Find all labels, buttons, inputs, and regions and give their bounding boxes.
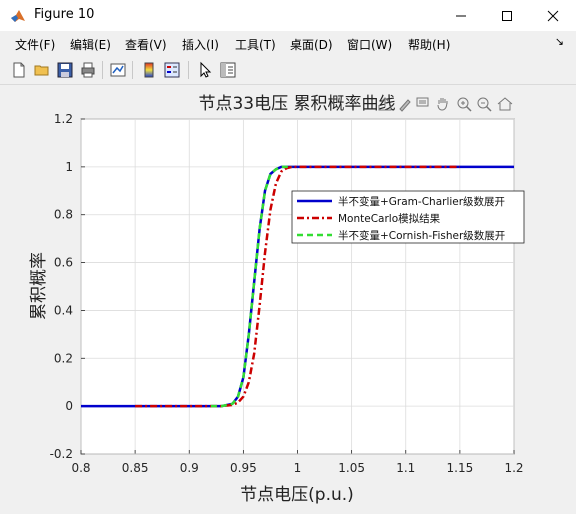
y-axis-label: 累积概率 <box>29 252 49 320</box>
x-tick-label: 0.95 <box>230 461 257 475</box>
pan-icon[interactable] <box>434 95 452 113</box>
x-tick-label: 1.1 <box>396 461 415 475</box>
y-tick-label: 0.8 <box>54 208 73 222</box>
brush-icon[interactable] <box>396 95 414 113</box>
chart-title: 节点33电压 累积概率曲线 <box>198 94 395 114</box>
home-icon[interactable] <box>496 95 514 113</box>
x-tick-label: 1.05 <box>338 461 365 475</box>
x-tick-label: 1.2 <box>504 461 523 475</box>
y-tick-label: 0.2 <box>54 351 73 365</box>
legend[interactable]: 半不变量+Gram-Charlier级数展开 MonteCarlo模拟结果半不变量… <box>291 190 525 244</box>
x-tick-label: 0.85 <box>122 461 149 475</box>
cdf-chart: 0.8 0.85 0.9 0.95 1 1.05 1.1 1.15 1.2 -0.2 0 0.2 0.4… <box>29 94 525 505</box>
legend-entry: 半不变量+Cornish-Fisher级数展开 <box>338 229 505 242</box>
y-tick-label: -0.2 <box>50 447 73 461</box>
legend-entry: 半不变量+Gram-Charlier级数展开 <box>338 195 505 208</box>
x-tick-label: 1.15 <box>447 461 474 475</box>
y-tick-label: 1 <box>65 160 73 174</box>
zoom-in-icon[interactable] <box>455 95 473 113</box>
x-tick-label: 0.8 <box>71 461 90 475</box>
x-axis-label: 节点电压(p.u.) <box>240 485 354 505</box>
y-tick-label: 0.6 <box>54 256 73 270</box>
zoom-out-icon[interactable] <box>475 95 493 113</box>
y-tick-label: 0.4 <box>54 303 73 317</box>
x-tick-label: 1 <box>294 461 302 475</box>
export-icon[interactable] <box>376 95 394 113</box>
legend-entry: MonteCarlo模拟结果 <box>338 212 441 225</box>
x-tick-label: 0.9 <box>180 461 199 475</box>
y-tick-label: 1.2 <box>54 112 73 126</box>
datatip-icon[interactable] <box>414 95 432 113</box>
y-tick-label: 0 <box>65 399 73 413</box>
